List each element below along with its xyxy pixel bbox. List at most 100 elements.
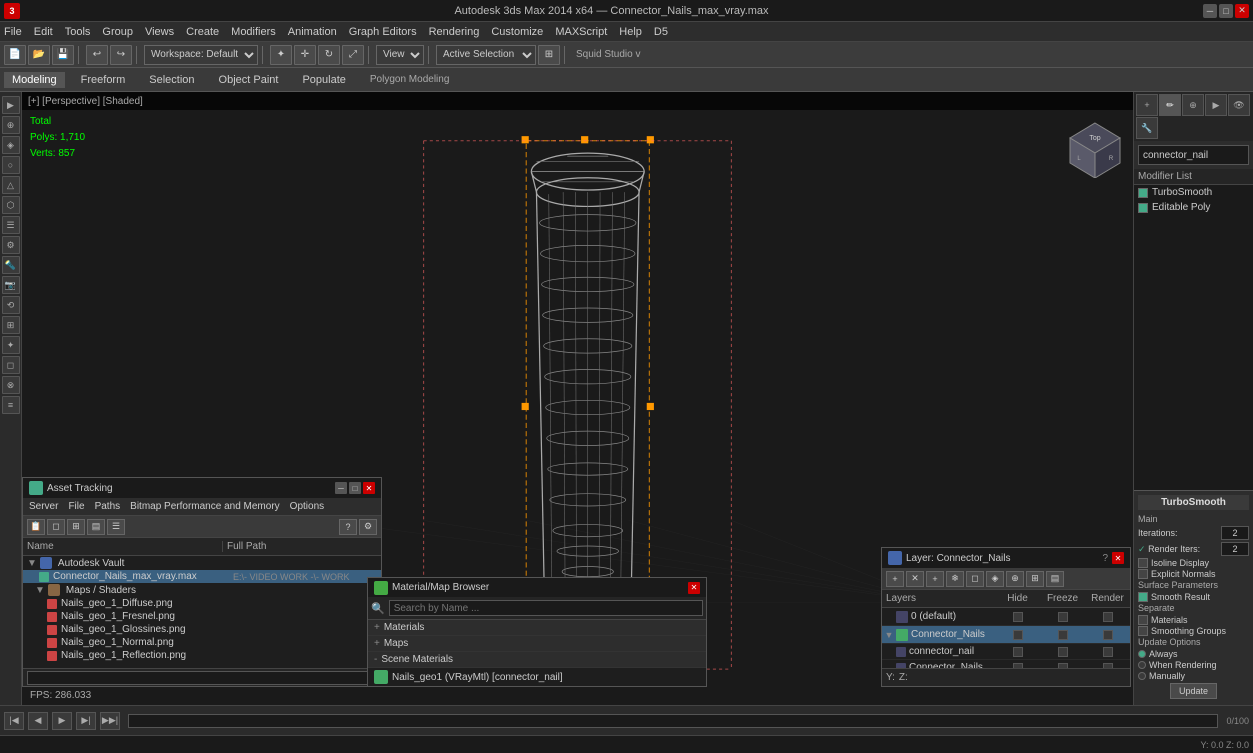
at-maps-group[interactable]: ▼ Maps / Shaders: [23, 583, 381, 597]
rp-tab-hierarchy[interactable]: ⊕: [1182, 94, 1204, 116]
explicit-normals-checkbox[interactable]: [1138, 569, 1148, 579]
lw-sub-render-check[interactable]: [1103, 647, 1113, 657]
lw-connector-expand[interactable]: ▼: [882, 626, 896, 644]
scale-button[interactable]: ⤢: [342, 45, 364, 65]
view-select[interactable]: View: [376, 45, 424, 65]
left-icon-14[interactable]: ◻: [2, 356, 20, 374]
tab-modeling[interactable]: Modeling: [4, 72, 65, 88]
lw-layer-0-expand[interactable]: [882, 608, 896, 626]
at-btn-2[interactable]: ◻: [47, 519, 65, 535]
maximize-button[interactable]: □: [1219, 4, 1233, 18]
nav-cube[interactable]: Top R L: [1065, 118, 1125, 178]
at-menu-options[interactable]: Options: [290, 501, 324, 512]
left-icon-1[interactable]: ▶: [2, 96, 20, 114]
modifier-editable-poly[interactable]: Editable Poly: [1134, 200, 1253, 215]
rp-tab-modify[interactable]: ✏: [1159, 94, 1181, 116]
lw-connector-hide-check[interactable]: [1013, 630, 1023, 640]
smoothing-groups-checkbox[interactable]: [1138, 626, 1148, 636]
minimize-button[interactable]: ─: [1203, 4, 1217, 18]
at-btn-5[interactable]: ☰: [107, 519, 125, 535]
always-radio[interactable]: [1138, 650, 1146, 658]
lw-sub-hide-check[interactable]: [1013, 647, 1023, 657]
left-icon-6[interactable]: ⬡: [2, 196, 20, 214]
workspace-select[interactable]: Workspace: Default: [144, 45, 258, 65]
update-button[interactable]: Update: [1170, 683, 1217, 699]
at-minimize-button[interactable]: ─: [335, 482, 347, 494]
select-button[interactable]: ✦: [270, 45, 292, 65]
lw-sub-connector-nails[interactable]: Connector_Nails: [882, 660, 1130, 668]
lw-layer-0-hide[interactable]: [995, 612, 1040, 622]
at-content[interactable]: ▼ Autodesk Vault Connector_Nails_max_vra…: [23, 556, 381, 668]
anim-end-btn[interactable]: ▶▶|: [100, 712, 120, 730]
lw-btn-8[interactable]: ▤: [1046, 571, 1064, 587]
mb-materials-section[interactable]: + Materials: [368, 620, 706, 636]
lw-sub-freeze[interactable]: [1040, 647, 1085, 657]
lw-layer-0-freeze[interactable]: [1040, 612, 1085, 622]
at-file-reflection[interactable]: Nails_geo_1_Reflection.png: [23, 649, 381, 662]
at-btn-4[interactable]: ▤: [87, 519, 105, 535]
anim-prev-btn[interactable]: ◀: [28, 712, 48, 730]
timeline-bar[interactable]: [128, 714, 1218, 728]
menu-edit[interactable]: Edit: [34, 26, 53, 38]
lw-connector-hide[interactable]: [995, 630, 1040, 640]
left-icon-16[interactable]: ≡: [2, 396, 20, 414]
when-rendering-radio[interactable]: [1138, 661, 1146, 669]
rotate-button[interactable]: ↻: [318, 45, 340, 65]
lw-layer-0-render[interactable]: [1085, 612, 1130, 622]
redo-button[interactable]: ↪: [110, 45, 132, 65]
at-status-input[interactable]: [27, 671, 377, 685]
at-file-max[interactable]: Connector_Nails_max_vray.max E:\- VIDEO …: [23, 570, 381, 583]
menu-customize[interactable]: Customize: [491, 26, 543, 38]
menu-rendering[interactable]: Rendering: [429, 26, 480, 38]
object-name-box[interactable]: [1138, 145, 1249, 165]
lw-btn-freeze[interactable]: ❄: [946, 571, 964, 587]
modifier-list[interactable]: TurboSmooth Editable Poly: [1134, 185, 1253, 490]
iterations-input[interactable]: [1221, 526, 1249, 540]
save-button[interactable]: 💾: [52, 45, 74, 65]
at-btn-1[interactable]: 📋: [27, 519, 45, 535]
menu-group[interactable]: Group: [102, 26, 133, 38]
at-menu-file[interactable]: File: [68, 501, 84, 512]
left-icon-7[interactable]: ☰: [2, 216, 20, 234]
isoline-checkbox[interactable]: [1138, 558, 1148, 568]
mb-maps-section[interactable]: + Maps: [368, 636, 706, 652]
at-restore-button[interactable]: □: [349, 482, 361, 494]
tab-object-paint[interactable]: Object Paint: [211, 72, 287, 88]
lw-connector-freeze-check[interactable]: [1058, 630, 1068, 640]
selection-filter[interactable]: Active Selection: [436, 45, 536, 65]
lw-btn-7[interactable]: ⊞: [1026, 571, 1044, 587]
rp-tab-utilities[interactable]: 🔧: [1136, 117, 1158, 139]
object-name-input[interactable]: [1143, 150, 1244, 161]
left-icon-2[interactable]: ⊕: [2, 116, 20, 134]
at-menu-server[interactable]: Server: [29, 501, 58, 512]
lw-connector-render-check[interactable]: [1103, 630, 1113, 640]
lw-btn-delete[interactable]: ✕: [906, 571, 924, 587]
at-file-glossines[interactable]: Nails_geo_1_Glossines.png: [23, 623, 381, 636]
mb-result-item[interactable]: Nails_geo1 (VRayMtl) [connector_nail]: [368, 668, 706, 686]
menu-d5[interactable]: D5: [654, 26, 668, 38]
at-btn-help[interactable]: ?: [339, 519, 357, 535]
tab-freeform[interactable]: Freeform: [73, 72, 134, 88]
anim-play-btn[interactable]: ▶: [52, 712, 72, 730]
lw-btn-render[interactable]: ◻: [966, 571, 984, 587]
at-file-fresnel[interactable]: Nails_geo_1_Fresnel.png: [23, 610, 381, 623]
new-button[interactable]: 📄: [4, 45, 26, 65]
left-icon-5[interactable]: △: [2, 176, 20, 194]
anim-start-btn[interactable]: |◀: [4, 712, 24, 730]
lw-layer-0[interactable]: 0 (default): [882, 608, 1130, 626]
left-icon-8[interactable]: ⚙: [2, 236, 20, 254]
named-selection-button[interactable]: ⊞: [538, 45, 560, 65]
left-icon-13[interactable]: ✦: [2, 336, 20, 354]
mb-search-input[interactable]: [389, 600, 703, 616]
menu-modifiers[interactable]: Modifiers: [231, 26, 276, 38]
menu-animation[interactable]: Animation: [288, 26, 337, 38]
lw-help-button[interactable]: ?: [1102, 553, 1108, 564]
lw-layer-0-hide-check[interactable]: [1013, 612, 1023, 622]
lw-btn-5[interactable]: ◈: [986, 571, 1004, 587]
menu-file[interactable]: File: [4, 26, 22, 38]
move-button[interactable]: ✛: [294, 45, 316, 65]
rp-tab-display[interactable]: 👁: [1228, 94, 1250, 116]
lw-layer-0-render-check[interactable]: [1103, 612, 1113, 622]
lw-sub-connector-nail[interactable]: connector_nail: [882, 644, 1130, 660]
at-menu-bitmap[interactable]: Bitmap Performance and Memory: [130, 501, 280, 512]
